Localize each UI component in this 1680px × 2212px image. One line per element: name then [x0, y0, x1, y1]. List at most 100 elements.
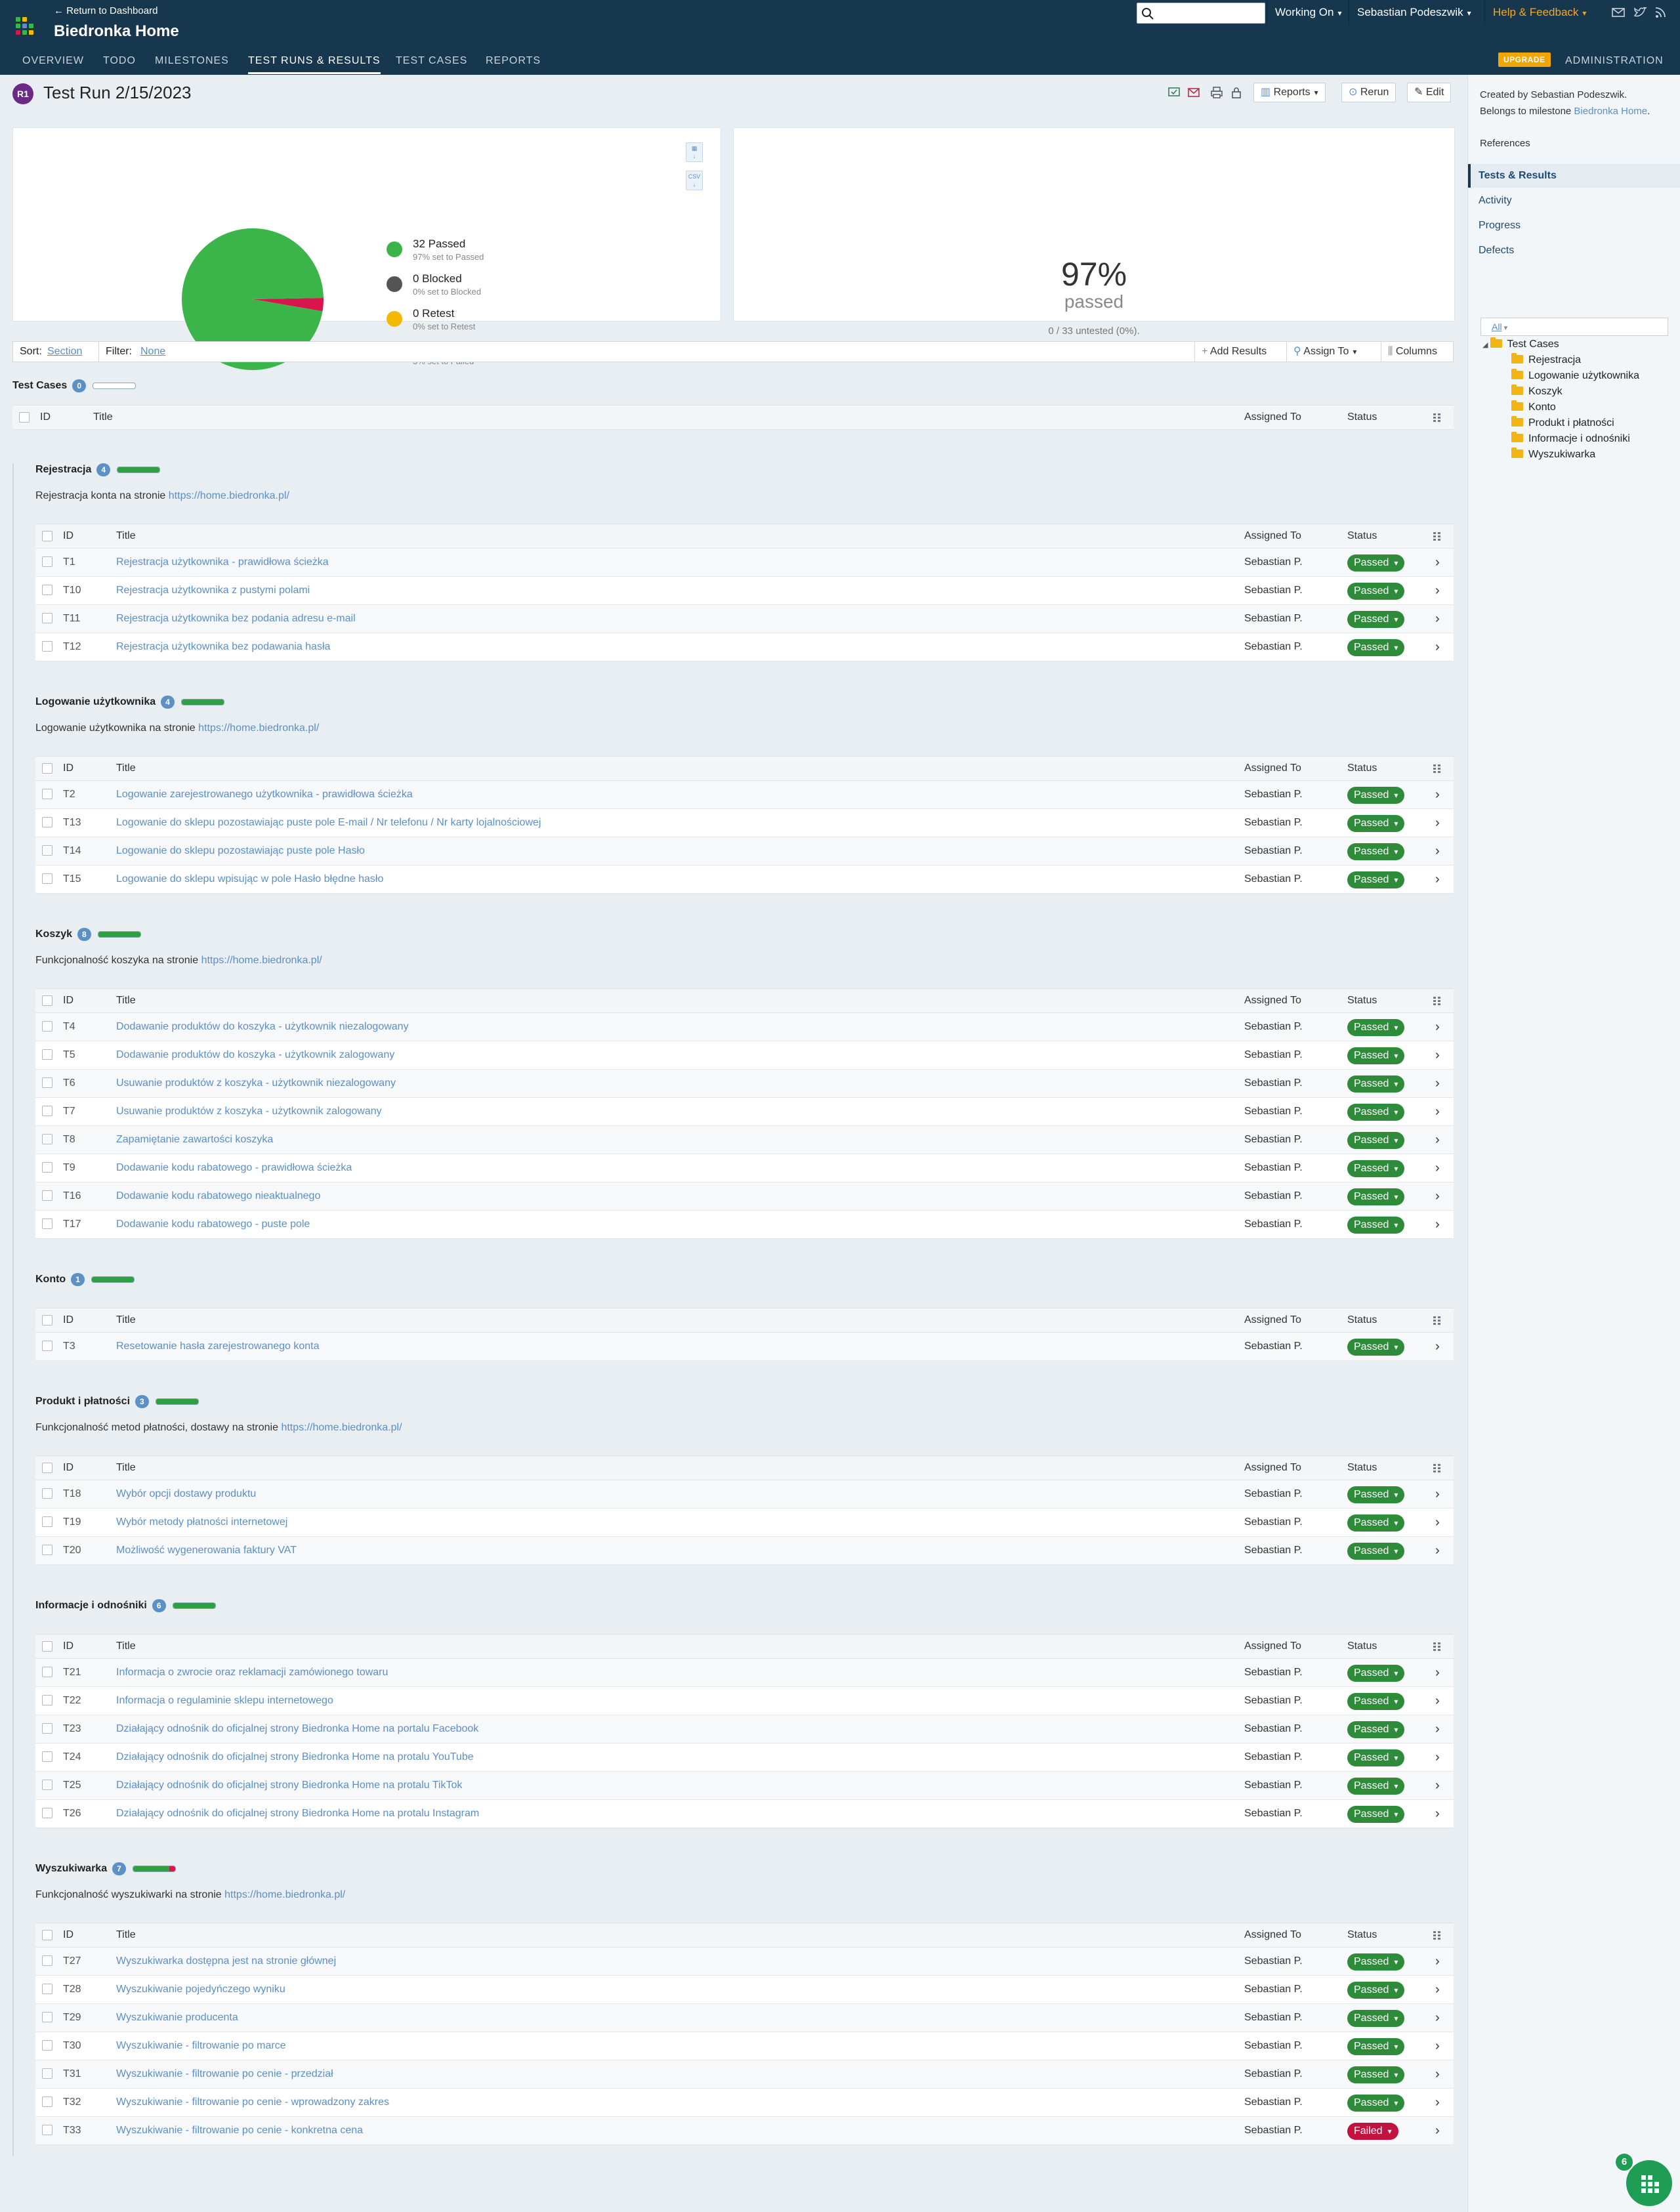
test-title-link[interactable]: Wyszukiwanie - filtrowanie po cenie - wp… — [116, 2089, 389, 2116]
column-status[interactable]: Status — [1347, 757, 1377, 780]
tree-folder-item[interactable]: Koszyk — [1511, 385, 1563, 398]
table-row[interactable]: T16 Dodawanie kodu rabatowego nieaktualn… — [35, 1182, 1454, 1211]
test-title-link[interactable]: Wybór metody płatności internetowej — [116, 1509, 287, 1536]
sidebar-item-progress[interactable]: Progress — [1468, 214, 1680, 238]
download-chart-icon[interactable]: ▦ ↓ — [686, 142, 703, 162]
row-checkbox[interactable] — [42, 817, 52, 827]
column-settings-icon[interactable] — [1432, 995, 1442, 1006]
test-title-link[interactable]: Wyszukiwarka dostępna jest na stronie gł… — [116, 1948, 336, 1975]
tab-test-runs-results[interactable]: TEST RUNS & RESULTS — [248, 55, 381, 74]
chevron-right-icon[interactable]: › — [1435, 1509, 1440, 1536]
row-checkbox[interactable] — [42, 1545, 52, 1555]
row-checkbox[interactable] — [42, 1516, 52, 1527]
chevron-right-icon[interactable]: › — [1435, 633, 1440, 661]
column-assigned-to[interactable]: Assigned To — [1244, 1456, 1301, 1480]
status-dropdown[interactable]: Passed ▾ — [1347, 2038, 1405, 2055]
test-title-link[interactable]: Usuwanie produktów z koszyka - użytkowni… — [116, 1070, 396, 1097]
help-feedback-menu[interactable]: Help & Feedback ▾ — [1484, 0, 1594, 25]
table-row[interactable]: T1 Rejestracja użytkownika - prawidłowa … — [35, 549, 1454, 577]
chevron-right-icon[interactable]: › — [1435, 1480, 1440, 1508]
status-dropdown[interactable]: Passed ▾ — [1347, 639, 1405, 656]
select-all-checkbox[interactable] — [42, 1463, 52, 1473]
test-title-link[interactable]: Dodawanie produktów do koszyka - użytkow… — [116, 1013, 409, 1041]
search-input[interactable] — [1137, 3, 1265, 24]
column-assigned-to[interactable]: Assigned To — [1244, 1635, 1301, 1658]
test-title-link[interactable]: Informacja o zwrocie oraz reklamacji zam… — [116, 1659, 388, 1686]
row-checkbox[interactable] — [42, 1049, 52, 1060]
tree-folder-item[interactable]: Produkt i płatności — [1511, 416, 1614, 429]
column-id[interactable]: ID — [40, 406, 51, 429]
lock-icon[interactable] — [1229, 85, 1244, 100]
section-link[interactable]: https://home.biedronka.pl/ — [169, 490, 289, 501]
row-checkbox[interactable] — [42, 1751, 52, 1762]
twitter-icon[interactable] — [1633, 6, 1647, 19]
chevron-right-icon[interactable]: › — [1435, 1976, 1440, 2003]
section-link[interactable]: https://home.biedronka.pl/ — [281, 1422, 402, 1433]
chevron-right-icon[interactable]: › — [1435, 1182, 1440, 1210]
user-menu[interactable]: Sebastian Podeszwik ▾ — [1349, 0, 1479, 25]
chevron-right-icon[interactable]: › — [1435, 2117, 1440, 2144]
select-all-checkbox[interactable] — [19, 412, 30, 423]
status-dropdown[interactable]: Passed ▾ — [1347, 1543, 1405, 1560]
status-dropdown[interactable]: Passed ▾ — [1347, 1160, 1405, 1177]
row-checkbox[interactable] — [42, 1984, 52, 1994]
table-row[interactable]: T29 Wyszukiwanie producenta Sebastian P.… — [35, 2004, 1454, 2032]
download-csv-icon[interactable]: CSV ↓ — [686, 171, 703, 190]
tab-todo[interactable]: TODO — [103, 55, 136, 72]
row-checkbox[interactable] — [42, 873, 52, 884]
column-assigned-to[interactable]: Assigned To — [1244, 989, 1301, 1012]
status-dropdown[interactable]: Passed ▾ — [1347, 1514, 1405, 1532]
chevron-right-icon[interactable]: › — [1435, 866, 1440, 893]
row-checkbox[interactable] — [42, 1162, 52, 1173]
chevron-right-icon[interactable]: › — [1435, 2032, 1440, 2060]
tab-reports[interactable]: REPORTS — [486, 55, 541, 72]
test-title-link[interactable]: Dodawanie produktów do koszyka - użytkow… — [116, 1041, 394, 1069]
status-dropdown[interactable]: Passed ▾ — [1347, 871, 1405, 888]
table-row[interactable]: T25 Działający odnośnik do oficjalnej st… — [35, 1772, 1454, 1800]
column-title[interactable]: Title — [116, 757, 136, 780]
test-title-link[interactable]: Logowanie do sklepu pozostawiając puste … — [116, 809, 541, 837]
app-grid-icon[interactable] — [16, 17, 34, 35]
status-dropdown[interactable]: Passed ▾ — [1347, 554, 1405, 572]
status-dropdown[interactable]: Passed ▾ — [1347, 1721, 1405, 1738]
tree-filter-select[interactable]: All ▾ — [1480, 318, 1668, 336]
row-checkbox[interactable] — [42, 1808, 52, 1818]
table-row[interactable]: T8 Zapamiętanie zawartości koszyka Sebas… — [35, 1126, 1454, 1154]
chevron-right-icon[interactable]: › — [1435, 549, 1440, 576]
mark-results-icon[interactable] — [1167, 85, 1181, 100]
select-all-checkbox[interactable] — [42, 995, 52, 1006]
column-title[interactable]: Title — [93, 406, 113, 429]
column-status[interactable]: Status — [1347, 406, 1377, 429]
column-status[interactable]: Status — [1347, 1923, 1377, 1947]
tab-test-cases[interactable]: TEST CASES — [396, 55, 467, 72]
status-dropdown[interactable]: Passed ▾ — [1347, 1075, 1405, 1093]
column-assigned-to[interactable]: Assigned To — [1244, 1308, 1301, 1332]
row-checkbox[interactable] — [42, 1021, 52, 1032]
column-settings-icon[interactable] — [1432, 412, 1442, 423]
chevron-right-icon[interactable]: › — [1435, 1772, 1440, 1799]
edit-button[interactable]: ✎ Edit — [1407, 83, 1452, 102]
status-dropdown[interactable]: Passed ▾ — [1347, 1104, 1405, 1121]
chevron-right-icon[interactable]: › — [1435, 605, 1440, 633]
table-row[interactable]: T19 Wybór metody płatności internetowej … — [35, 1509, 1454, 1537]
test-title-link[interactable]: Logowanie do sklepu pozostawiając puste … — [116, 837, 365, 865]
select-all-checkbox[interactable] — [42, 1930, 52, 1940]
test-title-link[interactable]: Możliwość wygenerowania faktury VAT — [116, 1537, 297, 1564]
table-row[interactable]: T22 Informacja o regulaminie sklepu inte… — [35, 1687, 1454, 1715]
row-checkbox[interactable] — [42, 1341, 52, 1351]
status-dropdown[interactable]: Passed ▾ — [1347, 1132, 1405, 1149]
apps-launcher-button[interactable] — [1626, 2160, 1672, 2206]
sort-value[interactable]: Section — [47, 342, 82, 362]
chevron-right-icon[interactable]: › — [1435, 1070, 1440, 1097]
rerun-button[interactable]: ⊙ Rerun — [1341, 83, 1396, 102]
sidebar-item-tests-results[interactable]: Tests & Results — [1468, 164, 1680, 188]
columns-button[interactable]: ⫼ Columns — [1381, 342, 1444, 362]
test-title-link[interactable]: Wyszukiwanie - filtrowanie po cenie - pr… — [116, 2060, 333, 2088]
status-dropdown[interactable]: Passed ▾ — [1347, 815, 1405, 832]
test-title-link[interactable]: Informacja o regulaminie sklepu internet… — [116, 1687, 333, 1715]
table-row[interactable]: T7 Usuwanie produktów z koszyka - użytko… — [35, 1098, 1454, 1126]
table-row[interactable]: T26 Działający odnośnik do oficjalnej st… — [35, 1800, 1454, 1828]
chevron-right-icon[interactable]: › — [1435, 1948, 1440, 1975]
row-checkbox[interactable] — [42, 585, 52, 595]
test-title-link[interactable]: Resetowanie hasła zarejestrowanego konta — [116, 1333, 320, 1360]
